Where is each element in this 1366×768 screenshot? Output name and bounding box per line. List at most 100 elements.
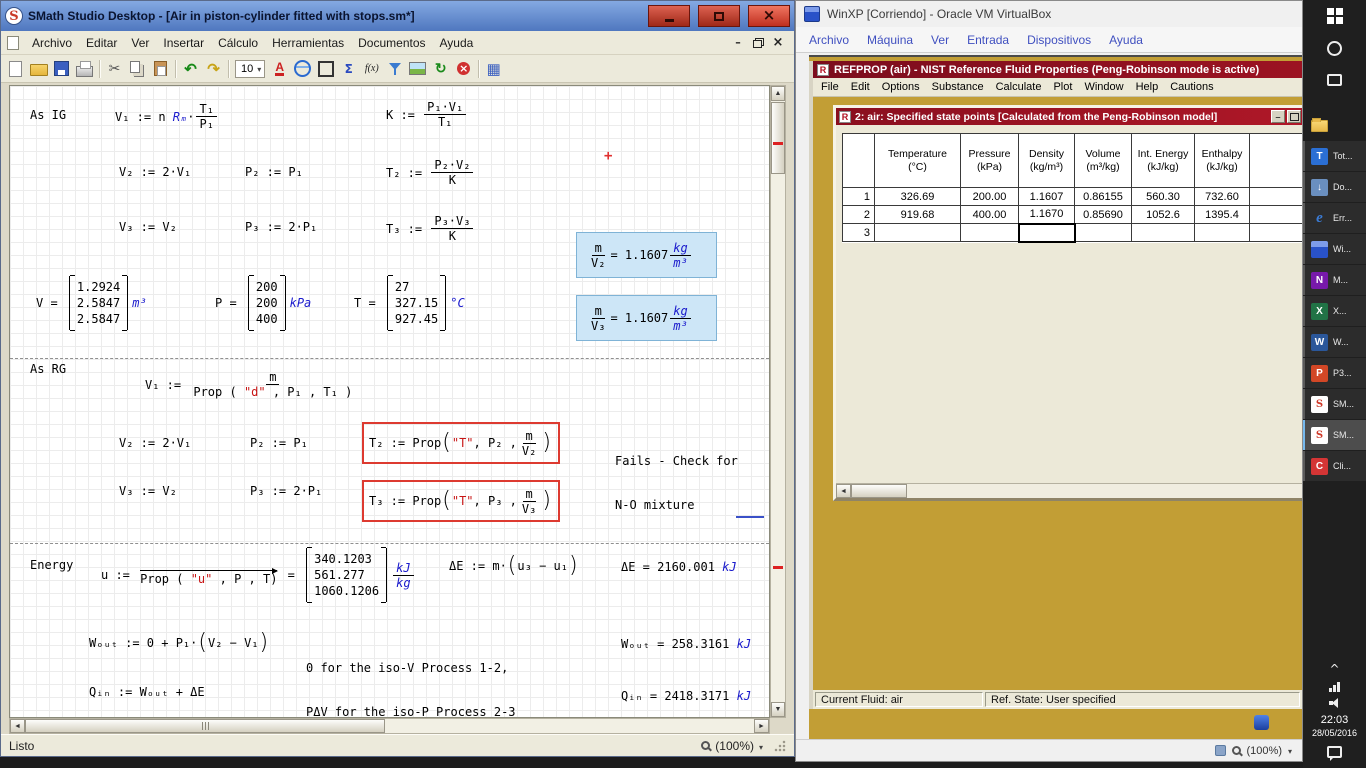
formula-v2-rg[interactable]: V₂ := 2·V₁ — [119, 436, 191, 450]
close-button[interactable] — [748, 5, 790, 27]
table-cell[interactable]: 1.1670 — [1019, 206, 1075, 224]
focused-cell[interactable] — [1019, 224, 1075, 242]
rp-menu-help[interactable]: Help — [1130, 80, 1165, 94]
text-region-icon[interactable] — [314, 58, 337, 80]
formula-t2-ig[interactable]: T₂ := P₂·V₂K — [386, 158, 475, 187]
formula-k[interactable]: K := P₁·V₁T₁ — [386, 100, 468, 129]
show-hidden-icons-button[interactable] — [1329, 662, 1339, 676]
table-cell[interactable]: 1.1607 — [1019, 188, 1075, 206]
vb-menu-entrada[interactable]: Entrada — [958, 31, 1018, 49]
formula-t3-rg-error[interactable]: T₃ := Prop("T" , P₃ , mV₃ ) — [362, 480, 560, 522]
copy-icon[interactable] — [126, 58, 149, 80]
formula-u[interactable]: u := Prop ( "u" , P , T) = 340.1203561.2… — [101, 548, 416, 602]
section-label-rg[interactable]: As RG — [30, 362, 66, 376]
network-icon[interactable] — [1329, 682, 1340, 692]
vb-menu-maquina[interactable]: Máquina — [858, 31, 922, 49]
col-header-pressure[interactable]: Pressure(kPa) — [961, 134, 1019, 188]
formula-p3-ig[interactable]: P₃ := 2·P₁ — [245, 220, 317, 234]
volume-icon[interactable] — [1329, 698, 1341, 708]
scroll-right-icon[interactable] — [754, 719, 769, 733]
table-cell[interactable]: 1395.4 — [1195, 206, 1250, 224]
rp-menu-plot[interactable]: Plot — [1047, 80, 1078, 94]
paste-icon[interactable] — [149, 58, 172, 80]
vb-menu-ayuda[interactable]: Ayuda — [1100, 31, 1152, 49]
result-wout[interactable]: Wₒᵤₜ = 258.3161 kJ — [621, 637, 751, 651]
formula-v3-rg[interactable]: V₃ := V₂ — [119, 484, 177, 498]
symbols-icon[interactable] — [337, 58, 360, 80]
horizontal-scrollbar[interactable] — [9, 718, 770, 734]
formula-p3-rg[interactable]: P₃ := 2·P₁ — [250, 484, 322, 498]
rp-menu-file[interactable]: File — [815, 80, 845, 94]
scroll-up-icon[interactable] — [771, 86, 785, 101]
filter-icon[interactable] — [383, 58, 406, 80]
formula-t2-rg-error[interactable]: T₂ := Prop("T" , P₂ , mV₂ ) — [362, 422, 560, 464]
scroll-left-icon[interactable] — [10, 719, 25, 733]
doc-minimize-button[interactable] — [730, 36, 746, 50]
child-minimize-button[interactable] — [1271, 110, 1285, 123]
result-de[interactable]: ΔE = 2160.001 kJ — [621, 560, 737, 574]
task-view-button[interactable] — [1303, 64, 1366, 96]
doc-restore-button[interactable] — [750, 36, 766, 50]
child-maximize-button[interactable] — [1287, 110, 1301, 123]
table-cell[interactable]: 200.00 — [961, 188, 1019, 206]
vertical-scrollbar[interactable] — [770, 85, 786, 718]
menu-ver[interactable]: Ver — [124, 35, 156, 51]
density-result-v3[interactable]: mV₃ = 1.1607 kgm³ — [576, 295, 717, 341]
table-cell[interactable]: 732.60 — [1195, 188, 1250, 206]
table-cell[interactable]: 400.00 — [961, 206, 1019, 224]
open-file-icon[interactable] — [27, 58, 50, 80]
result-vector-p[interactable]: P = 200200400 kPa — [215, 276, 311, 330]
minimize-button[interactable] — [648, 5, 690, 27]
result-vector-t[interactable]: T = 27327.15927.45 °C — [354, 276, 465, 330]
print-icon[interactable] — [73, 58, 96, 80]
taskbar-item-smath-2-active[interactable]: SM... — [1303, 420, 1366, 450]
formula-v3-ig[interactable]: V₃ := V₂ — [119, 220, 177, 234]
table-cell[interactable]: 560.30 — [1132, 188, 1195, 206]
table-cell[interactable] — [1250, 224, 1303, 242]
scroll-down-icon[interactable] — [771, 702, 785, 717]
formula-qin-def[interactable]: Qᵢₙ := Wₒᵤₜ + ΔE — [89, 685, 205, 699]
maximize-button[interactable] — [698, 5, 740, 27]
insert-plot-icon[interactable] — [406, 58, 429, 80]
table-cell[interactable] — [875, 224, 961, 242]
smath-worksheet[interactable]: As IG V₁ := n Rₘ· T₁P₁ K := P₁·V₁T₁ V₂ :… — [9, 85, 770, 718]
zoom-control[interactable]: (100%) — [701, 739, 786, 753]
new-file-icon[interactable] — [4, 58, 27, 80]
table-cell[interactable] — [961, 224, 1019, 242]
taskbar-item-virtualbox[interactable]: Wi... — [1303, 234, 1366, 264]
taskbar-item-powerpoint[interactable]: P3... — [1303, 358, 1366, 388]
notification-center-icon[interactable] — [1327, 746, 1342, 758]
taskbar-clock[interactable]: 22:03 28/05/2016 — [1312, 714, 1357, 740]
table-cell[interactable] — [1195, 224, 1250, 242]
rp-menu-substance[interactable]: Substance — [926, 80, 990, 94]
font-color-icon[interactable] — [268, 58, 291, 80]
interrupt-icon[interactable] — [452, 58, 475, 80]
taskbar-item-internet-explorer[interactable]: Err... — [1303, 203, 1366, 233]
table-cell[interactable]: 326.69 — [875, 188, 961, 206]
insert-matrix-icon[interactable] — [482, 58, 505, 80]
recalculate-icon[interactable] — [429, 58, 452, 80]
table-scroll-thumb[interactable] — [851, 484, 907, 498]
taskbar-item-total-commander[interactable]: Tot... — [1303, 141, 1366, 171]
result-vector-v[interactable]: V = 1.29242.58472.5847 m³ — [36, 276, 147, 330]
doc-close-button[interactable] — [770, 36, 786, 50]
menu-calculo[interactable]: Cálculo — [211, 35, 265, 51]
rp-menu-calculate[interactable]: Calculate — [990, 80, 1048, 94]
rp-menu-window[interactable]: Window — [1078, 80, 1129, 94]
formula-v2-ig[interactable]: V₂ := 2·V₁ — [119, 165, 191, 179]
table-cell[interactable] — [1075, 224, 1132, 242]
vertical-scroll-thumb[interactable] — [771, 102, 785, 174]
vm-screen[interactable]: REFPROP (air) - NIST Reference Fluid Pro… — [809, 55, 1302, 739]
menu-insertar[interactable]: Insertar — [156, 35, 211, 51]
table-cell[interactable] — [1132, 224, 1195, 242]
table-cell[interactable]: 1052.6 — [1132, 206, 1195, 224]
section-label-energy[interactable]: Energy — [30, 558, 73, 572]
col-header-enthalpy[interactable]: Enthalpy(kJ/kg) — [1195, 134, 1250, 188]
formula-p2-rg[interactable]: P₂ := P₁ — [250, 436, 308, 450]
menu-editar[interactable]: Editar — [79, 35, 124, 51]
horizontal-scroll-thumb[interactable] — [25, 719, 385, 733]
taskbar-item-word[interactable]: W... — [1303, 327, 1366, 357]
menu-documentos[interactable]: Documentos — [351, 35, 432, 51]
vb-menu-archivo[interactable]: Archivo — [800, 31, 858, 49]
density-result-v2[interactable]: mV₂ = 1.1607 kgm³ — [576, 232, 717, 278]
